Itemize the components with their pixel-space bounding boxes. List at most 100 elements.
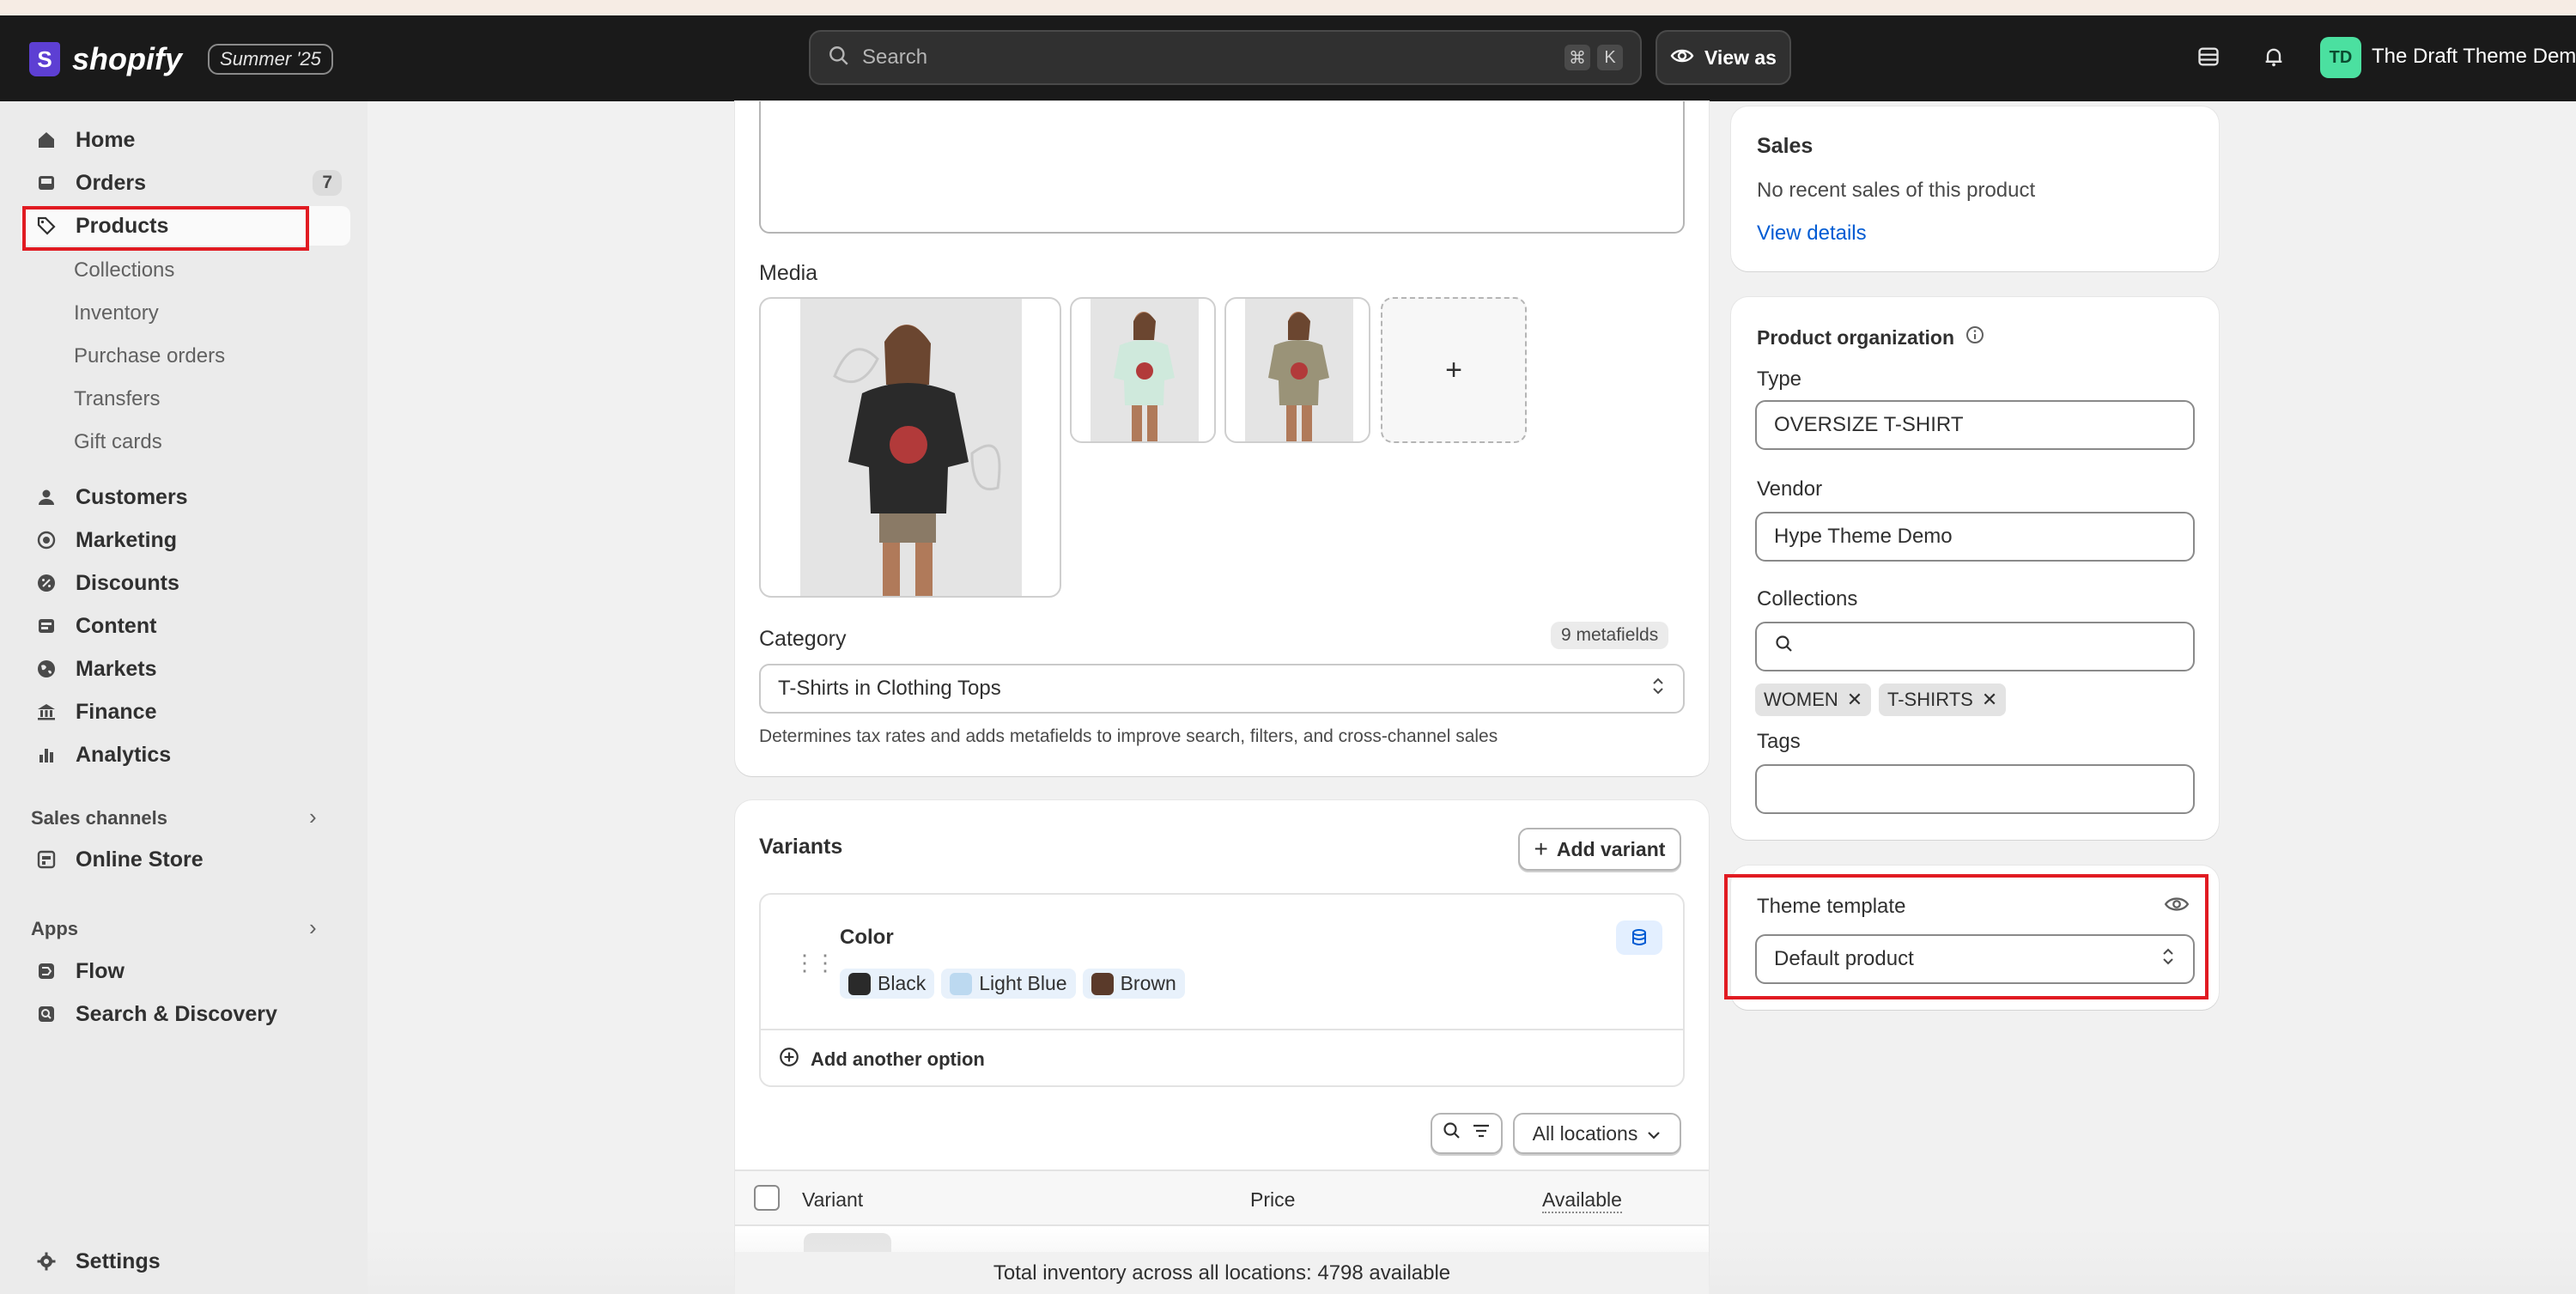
variants-card: Variants + Add variant ⋮⋮ Color Black Li… — [735, 800, 1709, 1294]
variant-column-header: Variant — [802, 1188, 864, 1211]
search-icon — [1442, 1121, 1462, 1146]
sidebar-item-label: Discounts — [76, 570, 179, 595]
add-variant-button[interactable]: + Add variant — [1518, 828, 1681, 871]
view-details-link[interactable]: View details — [1757, 222, 1867, 246]
black-swatch — [848, 972, 871, 995]
add-media-button[interactable]: + — [1381, 297, 1527, 443]
sidebar: Home Orders 7 Products Collections Inven… — [0, 101, 368, 1294]
view-as-label: View as — [1704, 46, 1777, 69]
search-icon — [828, 45, 850, 71]
search-filter-button[interactable] — [1431, 1113, 1503, 1154]
category-select[interactable]: T-Shirts in Clothing Tops — [759, 664, 1685, 714]
sidebar-subitem-inventory[interactable]: Inventory — [74, 301, 159, 325]
avatar[interactable]: TD — [2320, 37, 2361, 78]
sidebar-item-label: Finance — [76, 699, 157, 724]
option-value-brown[interactable]: Brown — [1082, 969, 1185, 999]
category-help-text: Determines tax rates and adds metafields… — [759, 726, 1498, 746]
remove-tag-icon[interactable]: ✕ — [1847, 689, 1862, 711]
bell-icon[interactable] — [2258, 41, 2289, 72]
collection-tag-label: T-SHIRTS — [1887, 689, 1973, 710]
model-light-blue-tshirt-image — [1114, 312, 1175, 441]
option-database-icon[interactable] — [1616, 920, 1662, 955]
sidebar-item-content[interactable]: Content — [21, 606, 350, 646]
vendor-field[interactable]: Hype Theme Demo — [1755, 512, 2195, 562]
variant-options-box: ⋮⋮ Color Black Light Blue Brown Add anot… — [759, 893, 1685, 1087]
sidebar-item-search-discovery[interactable]: Search & Discovery — [21, 994, 350, 1034]
sidebar-item-customers[interactable]: Customers — [21, 477, 350, 517]
store-name[interactable]: The Draft Theme Demo — [2372, 45, 2576, 69]
sidebar-item-label: Analytics — [76, 742, 172, 767]
sidebar-item-orders[interactable]: Orders 7 — [21, 163, 350, 203]
sidebar-item-label: Flow — [76, 958, 125, 983]
sidebar-item-label: Orders — [76, 170, 146, 195]
bank-icon — [33, 698, 60, 726]
sidebar-subitem-gift-cards[interactable]: Gift cards — [74, 430, 162, 454]
media-label: Media — [759, 261, 818, 285]
category-label: Category — [759, 627, 847, 651]
option-value-label: Light Blue — [979, 972, 1067, 994]
media-thumbnail-brown[interactable] — [1224, 297, 1370, 443]
type-label: Type — [1757, 368, 1802, 391]
target-icon — [33, 526, 60, 554]
product-organization-title: Product organization — [1757, 325, 1954, 349]
tags-label: Tags — [1757, 730, 1801, 753]
category-value-rest: in Clothing Tops — [848, 677, 1001, 700]
sidebar-item-discounts[interactable]: Discounts — [21, 563, 350, 603]
collection-tag-t-shirts: T-SHIRTS ✕ — [1879, 683, 2007, 716]
chevron-down-icon — [1646, 1122, 1662, 1145]
collections-search-input[interactable] — [1755, 622, 2195, 671]
sidebar-subitem-purchase-orders[interactable]: Purchase orders — [74, 344, 225, 368]
sidebar-item-label: Customers — [76, 484, 188, 509]
metafields-badge[interactable]: 9 metafields — [1551, 622, 1669, 649]
sidebar-item-online-store[interactable]: Online Store — [21, 840, 350, 879]
collection-tag-label: WOMEN — [1764, 689, 1838, 710]
apps-chevron-icon[interactable]: › — [309, 914, 317, 941]
media-main-image[interactable] — [759, 297, 1061, 598]
variants-table-header: Variant Price Available — [735, 1169, 1709, 1226]
drag-handle-icon[interactable]: ⋮⋮ — [793, 950, 836, 976]
sidebar-subitem-transfers[interactable]: Transfers — [74, 387, 160, 411]
add-another-option-label: Add another option — [811, 1048, 985, 1070]
search-bar[interactable]: Search ⌘ K — [809, 30, 1642, 85]
remove-tag-icon[interactable]: ✕ — [1982, 689, 1997, 711]
sales-channels-chevron-icon[interactable]: › — [309, 804, 317, 830]
sidebar-item-settings[interactable]: Settings — [21, 1242, 350, 1281]
person-icon — [33, 483, 60, 511]
type-field[interactable]: OVERSIZE T-SHIRT — [1755, 400, 2195, 450]
all-locations-select[interactable]: All locations — [1513, 1113, 1681, 1154]
admin-topbar: S shopify Summer '25 Search ⌘ K View as … — [0, 15, 2576, 101]
sidebar-item-label: Markets — [76, 656, 157, 681]
shopify-logo[interactable]: S shopify Summer '25 — [29, 41, 333, 77]
sales-channels-label: Sales channels — [31, 807, 167, 829]
search-icon — [1774, 634, 1795, 660]
option-value-light-blue[interactable]: Light Blue — [941, 969, 1076, 999]
edition-badge[interactable]: Summer '25 — [208, 44, 333, 75]
option-value-label: Black — [878, 972, 927, 994]
add-variant-label: Add variant — [1556, 837, 1666, 860]
sidebar-item-home[interactable]: Home — [21, 120, 350, 160]
option-name[interactable]: Color — [840, 926, 894, 950]
all-locations-label: All locations — [1532, 1121, 1638, 1145]
sidebar-item-label: Search & Discovery — [76, 1001, 277, 1026]
sidebar-subitem-collections[interactable]: Collections — [74, 258, 174, 282]
content-icon — [33, 612, 60, 640]
add-another-option-button[interactable]: Add another option — [778, 1046, 985, 1073]
available-column-header[interactable]: Available — [1542, 1188, 1622, 1213]
info-icon[interactable] — [1965, 325, 1985, 350]
sidebar-item-flow[interactable]: Flow — [21, 951, 350, 991]
media-thumbnail-light-blue[interactable] — [1070, 297, 1216, 443]
store-switcher-icon[interactable] — [2193, 41, 2224, 72]
view-as-button[interactable]: View as — [1656, 30, 1791, 85]
sidebar-item-finance[interactable]: Finance — [21, 692, 350, 732]
select-all-checkbox[interactable] — [754, 1185, 780, 1211]
sidebar-item-label: Settings — [76, 1248, 161, 1273]
sidebar-item-marketing[interactable]: Marketing — [21, 520, 350, 560]
shopify-bag-icon: S — [29, 42, 60, 76]
sidebar-item-markets[interactable]: Markets — [21, 649, 350, 689]
plus-icon: + — [1534, 835, 1548, 862]
option-value-black[interactable]: Black — [840, 969, 935, 999]
sidebar-item-analytics[interactable]: Analytics — [21, 735, 350, 775]
description-editor[interactable] — [759, 101, 1685, 234]
search-placeholder: Search — [862, 46, 928, 69]
tags-input[interactable] — [1755, 764, 2195, 814]
